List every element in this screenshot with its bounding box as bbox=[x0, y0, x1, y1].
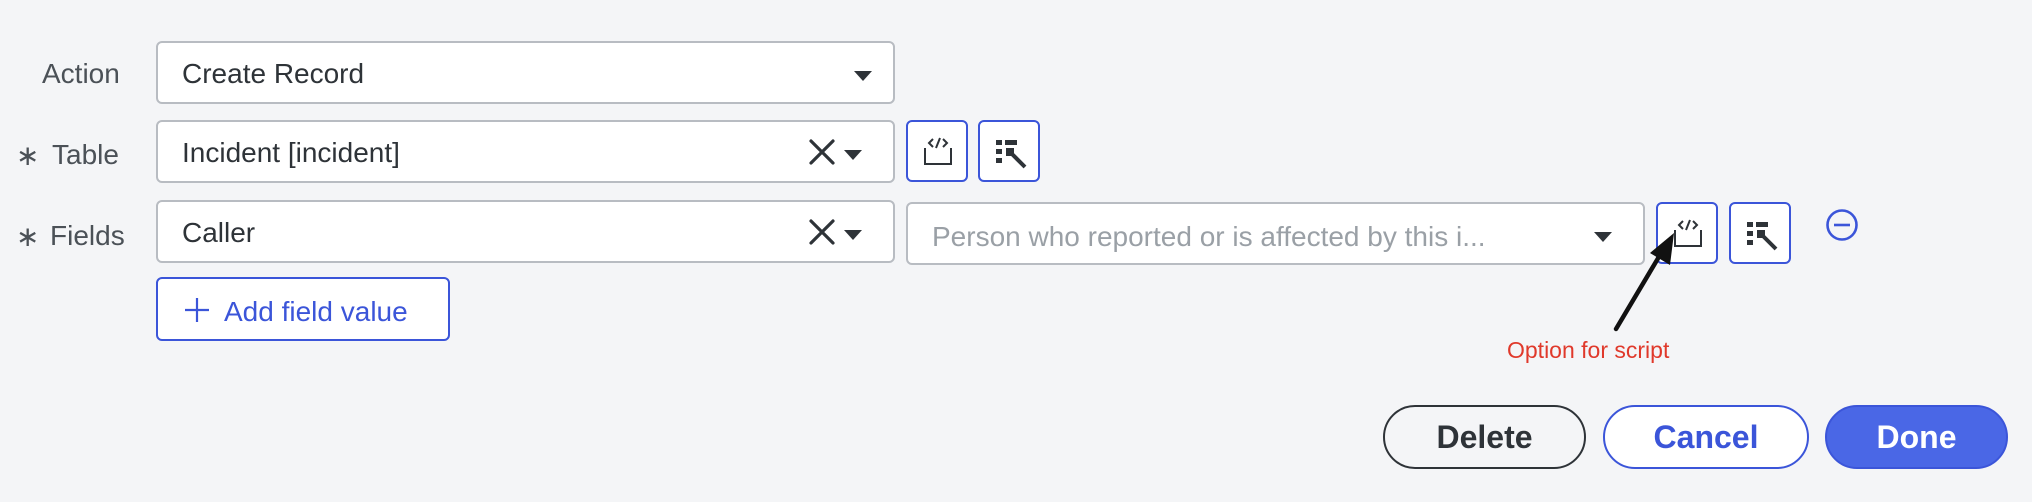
data-pill-picker-icon bbox=[1747, 222, 1778, 251]
field-value-placeholder: Person who reported or is affected by th… bbox=[932, 221, 1486, 252]
table-label: Table bbox=[52, 139, 119, 170]
plus-icon bbox=[184, 297, 210, 330]
table-script-button[interactable] bbox=[906, 120, 968, 182]
data-pill-picker-icon bbox=[996, 140, 1027, 169]
action-select[interactable]: Create Record bbox=[156, 41, 895, 104]
table-select-value: Incident [incident] bbox=[182, 137, 400, 168]
table-select[interactable]: Incident [incident] bbox=[156, 120, 895, 183]
field-select-value: Caller bbox=[182, 217, 256, 248]
script-icon bbox=[924, 137, 952, 165]
delete-button[interactable]: Delete bbox=[1383, 405, 1586, 469]
chevron-down-icon bbox=[844, 230, 862, 240]
chevron-down-icon bbox=[844, 150, 862, 160]
cancel-button[interactable]: Cancel bbox=[1603, 405, 1809, 469]
add-field-value-button[interactable]: Add field value bbox=[156, 277, 450, 341]
chevron-down-icon bbox=[854, 71, 872, 81]
clear-x-icon[interactable] bbox=[809, 139, 835, 165]
annotation-arrow bbox=[1613, 233, 1674, 332]
done-button[interactable]: Done bbox=[1825, 405, 2008, 469]
table-data-pill-button[interactable] bbox=[978, 120, 1040, 182]
field-select[interactable]: Caller bbox=[156, 200, 895, 263]
clear-x-icon[interactable] bbox=[809, 219, 835, 245]
field-data-pill-button[interactable] bbox=[1729, 202, 1791, 264]
annotation-text: Option for script bbox=[1507, 337, 1670, 363]
fields-label: Fields bbox=[50, 220, 125, 251]
fields-required-marker: ∗ bbox=[16, 221, 40, 252]
table-required-marker: ∗ bbox=[16, 140, 40, 171]
action-select-value: Create Record bbox=[182, 58, 365, 89]
add-field-value-label: Add field value bbox=[224, 296, 408, 327]
minus-circle-icon[interactable] bbox=[1825, 208, 1859, 242]
field-value-select[interactable]: Person who reported or is affected by th… bbox=[906, 202, 1645, 265]
action-label: Action bbox=[42, 58, 120, 89]
